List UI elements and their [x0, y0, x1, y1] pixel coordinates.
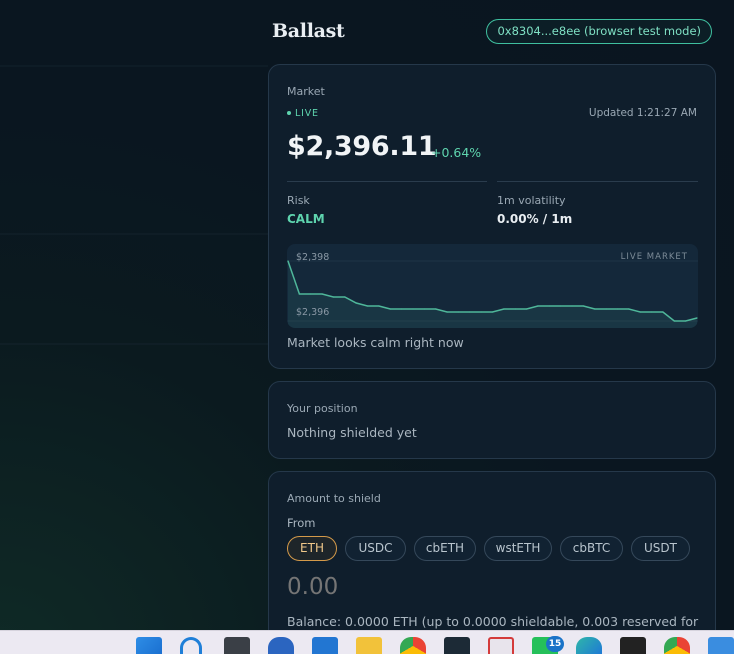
chart-point [378, 305, 380, 307]
chart-point [571, 305, 573, 307]
risk-value: CALM [287, 212, 325, 226]
token-chip-wsteth[interactable]: wstETH [484, 536, 552, 561]
price-chart: $2,398 $2,396 LIVE MARKET [287, 244, 698, 328]
y-tick-top: $2,398 [296, 252, 330, 263]
chart-point [526, 308, 528, 310]
amount-title: Amount to shield [287, 492, 381, 505]
chart-point [298, 293, 300, 295]
position-title: Your position [287, 402, 358, 415]
chart-point [685, 320, 687, 322]
market-note: Market looks calm right now [287, 335, 464, 350]
app-dark-icon[interactable] [620, 637, 646, 654]
terminal-icon[interactable] [444, 637, 470, 654]
chart-point [480, 311, 482, 313]
chart-point [514, 308, 516, 310]
chart-point [287, 260, 289, 262]
token-chip-cbeth[interactable]: cbETH [414, 536, 476, 561]
chart-point [639, 311, 641, 313]
chart-point [662, 311, 664, 313]
chart-point [401, 308, 403, 310]
chart-area [288, 261, 697, 328]
windows-start-icon[interactable] [136, 637, 162, 654]
volatility-label: 1m volatility [497, 194, 566, 207]
chart-point [594, 308, 596, 310]
token-chip-usdt[interactable]: USDT [631, 536, 690, 561]
amount-card: Amount to shield From ETH USDC cbETH wst… [268, 471, 716, 630]
chrome-icon[interactable] [400, 637, 426, 654]
from-label: From [287, 516, 316, 530]
chart-point [469, 311, 471, 313]
chart-point [446, 311, 448, 313]
header: Ballast 0x8304...e8ee (browser test mode… [268, 18, 716, 48]
divider-left [287, 181, 487, 182]
position-value: Nothing shielded yet [287, 425, 417, 440]
photos-icon[interactable] [708, 637, 734, 654]
chart-point [344, 296, 346, 298]
chart-point [321, 293, 323, 295]
chart-point [435, 308, 437, 310]
market-card: Market LIVE Updated 1:21:27 AM $2,396.11… [268, 64, 716, 369]
chart-point [582, 305, 584, 307]
file-explorer-icon[interactable] [356, 637, 382, 654]
edge-icon[interactable] [576, 637, 602, 654]
chart-point [412, 308, 414, 310]
chart-point [673, 320, 675, 322]
token-chip-cbbtc[interactable]: cbBTC [560, 536, 623, 561]
token-chip-usdc[interactable]: USDC [345, 536, 406, 561]
chart-point [423, 308, 425, 310]
price-change: +0.64% [431, 145, 482, 160]
chart-point [457, 311, 459, 313]
chart-point [628, 308, 630, 310]
chart-point [651, 311, 653, 313]
chart-point [332, 296, 334, 298]
chart-point [491, 311, 494, 313]
chrome-profile-icon[interactable] [664, 637, 690, 654]
wallet-button[interactable]: 0x8304...e8ee (browser test mode) [486, 19, 712, 44]
chart-point [355, 302, 357, 304]
chart-point [548, 305, 550, 307]
chart-point [616, 308, 619, 310]
y-tick-bottom: $2,396 [296, 307, 330, 318]
task-view-icon[interactable] [224, 637, 250, 654]
chart-tag: LIVE MARKET [620, 252, 688, 262]
position-card: Your position Nothing shielded yet [268, 381, 716, 459]
taskbar: 15 [0, 630, 734, 654]
search-icon[interactable] [180, 637, 202, 654]
updated-timestamp: Updated 1:21:27 AM [588, 107, 697, 119]
chart-point [310, 293, 312, 295]
notification-badge: 15 [546, 636, 564, 652]
amount-input[interactable] [287, 574, 487, 600]
app: Ballast 0x8304...e8ee (browser test mode… [268, 0, 716, 630]
chart-point [537, 305, 539, 307]
balance-text: Balance: 0.0000 ETH (up to 0.0000 shield… [287, 614, 699, 629]
price: $2,396.11 [287, 131, 437, 162]
chart-point [366, 305, 369, 307]
chart-point [605, 308, 607, 310]
volatility-value: 0.00% / 1m [497, 212, 573, 226]
token-chip-eth[interactable]: ETH [287, 536, 337, 561]
chart-point [503, 308, 505, 310]
brand-title: Ballast [272, 20, 345, 42]
market-title: Market [287, 85, 325, 98]
live-dot-icon [287, 110, 291, 115]
store-icon[interactable] [312, 637, 338, 654]
live-label: LIVE [295, 108, 319, 119]
divider-right [497, 181, 698, 182]
live-indicator: LIVE [287, 108, 319, 119]
risk-label: Risk [287, 194, 310, 207]
chart-point [389, 308, 391, 310]
app-icon[interactable] [268, 637, 294, 654]
snipping-tool-icon[interactable] [488, 637, 514, 654]
chart-point [560, 305, 562, 307]
chart-point [696, 317, 698, 319]
